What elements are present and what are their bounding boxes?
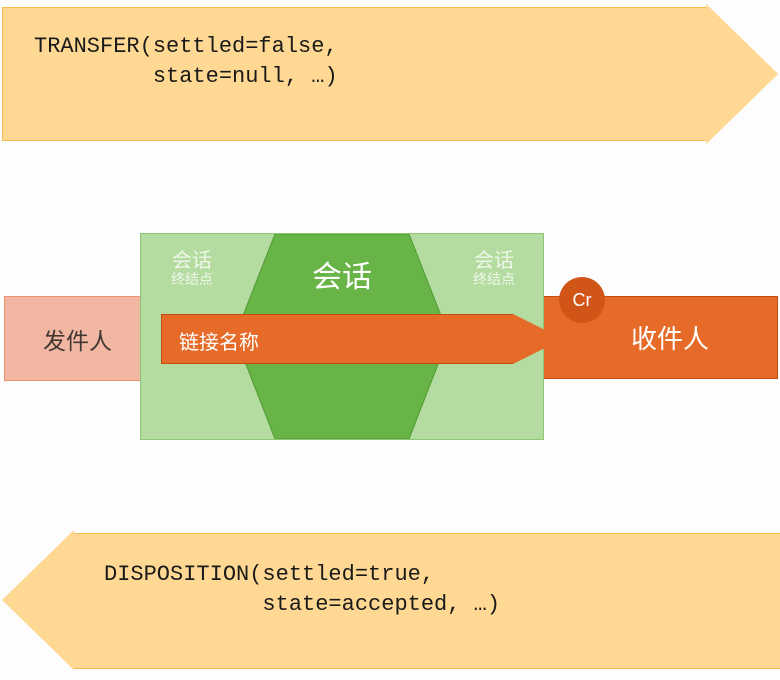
credit-badge: Cr xyxy=(559,277,605,323)
transfer-text: TRANSFER(settled=false, state=null, …) xyxy=(34,32,338,91)
endpoint-right-line2: 终结点 xyxy=(449,272,539,287)
receiver-label: 收件人 xyxy=(631,319,709,356)
endpoint-right-line1: 会话 xyxy=(449,250,539,272)
session-endpoint-right: 会话 终结点 xyxy=(449,250,539,287)
session-endpoint-left: 会话 终结点 xyxy=(147,250,237,287)
link-arrow: 链接名称 xyxy=(161,314,563,364)
transfer-arrow: TRANSFER(settled=false, state=null, …) xyxy=(2,4,778,142)
session-box: 会话 会话 终结点 会话 终结点 链接名称 xyxy=(140,233,544,440)
endpoint-left-line1: 会话 xyxy=(147,250,237,272)
endpoint-left-line2: 终结点 xyxy=(147,272,237,287)
diagram-row: 发件人 收件人 会话 会话 终结点 会话 终结点 链接名称 Cr xyxy=(0,233,780,438)
disposition-text: DISPOSITION(settled=true, state=accepted… xyxy=(104,560,500,619)
sender-box: 发件人 xyxy=(4,296,151,381)
arrow-head-left-icon xyxy=(2,530,74,670)
sender-label: 发件人 xyxy=(43,322,112,356)
link-arrow-head-icon xyxy=(513,314,563,364)
link-label: 链接名称 xyxy=(179,326,259,355)
session-title: 会话 xyxy=(235,252,449,296)
credit-label: Cr xyxy=(573,290,592,311)
disposition-arrow: DISPOSITION(settled=true, state=accepted… xyxy=(2,530,778,670)
arrow-head-right-icon xyxy=(706,4,778,144)
